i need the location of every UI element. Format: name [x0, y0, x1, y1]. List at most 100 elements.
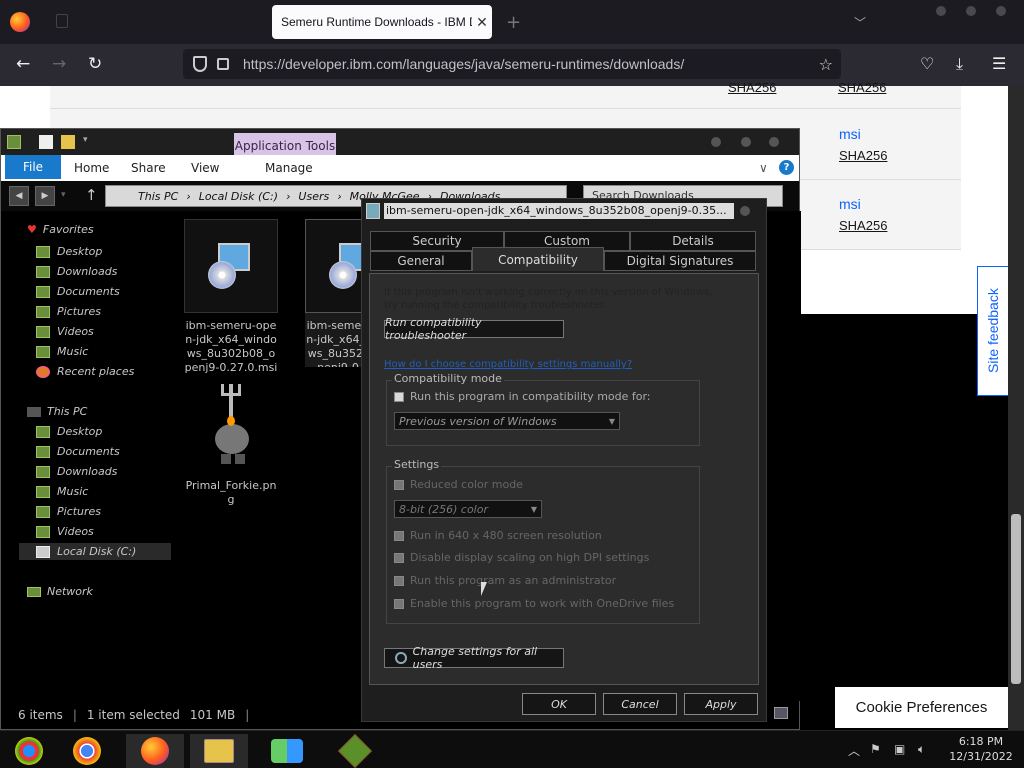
bookmark-star-icon[interactable]: ☆ [819, 55, 833, 74]
quick-access-dropdown-icon[interactable]: ▾ [83, 135, 97, 149]
back-button[interactable]: ◀ [9, 186, 29, 206]
system-clock[interactable]: 6:18 PM 12/31/2022 [948, 734, 1014, 764]
cookie-preferences-button[interactable]: Cookie Preferences [835, 687, 1008, 728]
nav-item-pictures[interactable]: Pictures [36, 505, 101, 518]
pocket-icon[interactable]: ♡ [920, 54, 934, 73]
flag-icon[interactable]: ⚑ [870, 742, 881, 756]
nav-item-videos[interactable]: Videos [36, 325, 94, 338]
nav-item-downloads[interactable]: Downloads [36, 265, 117, 278]
breadcrumb-item[interactable]: This PC [138, 190, 178, 203]
help-icon[interactable]: ? [779, 160, 794, 175]
browser-tab-active[interactable]: Semeru Runtime Downloads - IBM D ✕ [272, 5, 492, 39]
nav-item-desktop[interactable]: Desktop [36, 425, 102, 438]
file-item-png[interactable]: Primal_Forkie.png [184, 379, 278, 507]
sha256-link[interactable]: SHA256 [839, 148, 887, 163]
run-as-admin-checkbox[interactable]: Run this program as an administrator [394, 574, 616, 587]
url-bar[interactable]: https://developer.ibm.com/languages/java… [183, 49, 841, 79]
disable-dpi-scaling-checkbox[interactable]: Disable display scaling on high DPI sett… [394, 551, 649, 564]
pinned-tab-icon[interactable] [56, 14, 68, 28]
taskbar-app-minecraft[interactable] [326, 734, 384, 768]
taskbar-firefox[interactable] [126, 734, 184, 768]
tray-overflow-icon[interactable]: ︿ [848, 742, 860, 759]
close-window-button[interactable] [996, 6, 1006, 16]
taskbar-app-people[interactable] [258, 734, 316, 768]
tab-compatibility[interactable]: Compatibility [472, 247, 604, 271]
back-arrow-icon[interactable]: ← [16, 54, 30, 74]
change-settings-all-users-button[interactable]: Change settings for all users [384, 645, 564, 671]
compat-mode-checkbox[interactable]: Run this program in compatibility mode f… [394, 390, 651, 403]
nav-item-music[interactable]: Music [36, 485, 88, 498]
lock-icon[interactable] [217, 58, 229, 70]
run-troubleshooter-button[interactable]: Run compatibility troubleshooter [384, 316, 564, 342]
ribbon-tab-home[interactable]: Home [74, 161, 109, 175]
maximize-window-button[interactable] [966, 6, 976, 16]
forward-arrow-icon[interactable]: → [52, 54, 66, 74]
ribbon-expand-chevron-icon[interactable]: ∨ [759, 161, 768, 175]
msi-download-link[interactable]: msi [839, 196, 861, 212]
dialog-title-bar[interactable]: ibm-semeru-open-jdk_x64_windows_8u352b08… [362, 199, 766, 223]
nav-item-music[interactable]: Music [36, 345, 88, 358]
ribbon-tab-manage[interactable]: Manage [265, 161, 313, 175]
nav-item-documents[interactable]: Documents [36, 445, 120, 458]
reduced-color-checkbox[interactable]: Reduced color mode [394, 478, 523, 491]
run-640x480-checkbox[interactable]: Run in 640 x 480 screen resolution [394, 529, 602, 542]
url-text[interactable]: https://developer.ibm.com/languages/java… [243, 56, 819, 72]
nav-item-recent-places[interactable]: Recent places [36, 365, 134, 378]
menu-hamburger-icon[interactable]: ☰ [992, 54, 1006, 73]
nav-favorites[interactable]: ♥ Favorites [27, 223, 94, 236]
taskbar-file-explorer[interactable] [190, 734, 248, 768]
tab-general[interactable]: General [370, 251, 472, 271]
tab-digital-signatures[interactable]: Digital Signatures [604, 251, 756, 271]
breadcrumb-item[interactable]: Users [298, 190, 329, 203]
apply-button[interactable]: Apply [684, 693, 758, 715]
recent-dropdown-icon[interactable]: ▾ [61, 190, 66, 200]
sha256-link[interactable]: SHA256 [839, 218, 887, 233]
network-tray-icon[interactable]: ▣ [894, 742, 905, 756]
forward-button[interactable]: ▶ [35, 186, 55, 206]
site-feedback-button[interactable]: Site feedback [977, 266, 1009, 396]
volume-icon[interactable]: 🔈︎ [918, 742, 925, 757]
up-arrow-icon[interactable]: ↑ [85, 186, 98, 204]
nav-item-videos[interactable]: Videos [36, 525, 94, 538]
resize-grip-icon[interactable] [774, 707, 788, 719]
cancel-button[interactable]: Cancel [603, 693, 677, 715]
page-scrollbar[interactable] [1008, 86, 1024, 730]
close-button[interactable] [769, 137, 779, 147]
minimize-button[interactable] [711, 137, 721, 147]
nav-item-desktop[interactable]: Desktop [36, 245, 102, 258]
start-button[interactable] [0, 734, 58, 768]
downloads-icon[interactable]: ⤓ [956, 54, 963, 74]
tab-close-icon[interactable]: ✕ [472, 14, 492, 31]
maximize-button[interactable] [741, 137, 751, 147]
breadcrumb-item[interactable]: Local Disk (C:) [199, 190, 278, 203]
sha256-link[interactable]: SHA256 [728, 80, 776, 95]
compat-mode-select[interactable]: Previous version of Windows ▼ [394, 412, 620, 430]
taskbar-chrome[interactable] [58, 734, 116, 768]
nav-item-documents[interactable]: Documents [36, 285, 120, 298]
nav-network[interactable]: Network [27, 585, 93, 598]
ok-button[interactable]: OK [522, 693, 596, 715]
nav-item-pictures[interactable]: Pictures [36, 305, 101, 318]
dialog-close-button[interactable] [740, 206, 750, 216]
ribbon-tab-view[interactable]: View [191, 161, 219, 175]
new-folder-quick-icon[interactable] [61, 135, 75, 149]
nav-this-pc[interactable]: This PC [27, 405, 87, 418]
reload-icon[interactable]: ↻ [88, 54, 102, 74]
manual-settings-link[interactable]: How do I choose compatibility settings m… [384, 359, 632, 370]
tab-details[interactable]: Details [630, 231, 756, 251]
new-tab-button[interactable]: + [506, 12, 521, 33]
properties-quick-icon[interactable] [39, 135, 53, 149]
sha256-link[interactable]: SHA256 [838, 80, 886, 95]
tracking-shield-icon[interactable] [193, 56, 207, 72]
nav-item-downloads[interactable]: Downloads [36, 465, 117, 478]
nav-item-local-disk[interactable]: Local Disk (C:) [19, 543, 171, 560]
ribbon-tab-share[interactable]: Share [131, 161, 166, 175]
onedrive-checkbox[interactable]: Enable this program to work with OneDriv… [394, 597, 674, 610]
file-item-msi-old[interactable]: ibm-semeru-open-jdk_x64_windows_8u302b08… [184, 219, 278, 375]
ribbon-tab-file[interactable]: File [5, 155, 61, 179]
list-all-tabs-chevron-icon[interactable]: ﹀ [854, 14, 866, 31]
color-depth-select[interactable]: 8-bit (256) color ▼ [394, 500, 542, 518]
minimize-window-button[interactable] [936, 6, 946, 16]
scrollbar-thumb[interactable] [1011, 514, 1021, 684]
msi-download-link[interactable]: msi [839, 126, 861, 142]
